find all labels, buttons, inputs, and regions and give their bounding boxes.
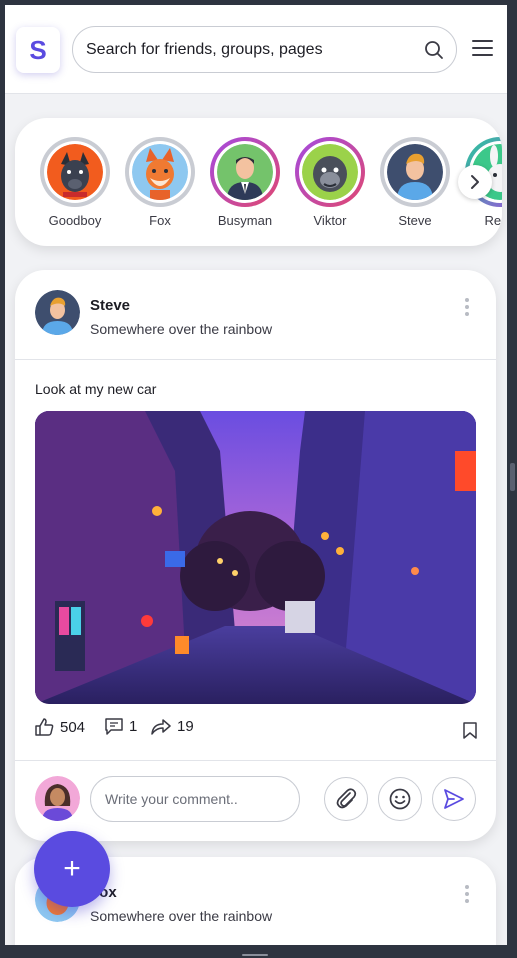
smiley-icon xyxy=(389,788,411,810)
comment-icon xyxy=(105,718,123,735)
paperclip-icon xyxy=(336,788,357,809)
story-steve[interactable]: Steve xyxy=(375,137,455,228)
thumbs-up-icon xyxy=(35,718,54,736)
top-bar: S Search for friends, groups, pages xyxy=(5,5,507,94)
story-ring xyxy=(210,137,280,207)
story-ring-inner xyxy=(214,141,276,203)
like-button[interactable]: 504 xyxy=(35,718,85,736)
divider xyxy=(15,359,496,360)
fox-avatar xyxy=(132,144,188,200)
story-name: Rebe xyxy=(484,213,502,228)
like-count: 504 xyxy=(60,718,86,736)
chevron-right-icon xyxy=(471,175,479,189)
more-options-icon[interactable] xyxy=(464,297,470,317)
story-ring-inner xyxy=(384,141,446,203)
post-image[interactable] xyxy=(35,411,476,704)
share-button[interactable]: 19 xyxy=(151,718,194,735)
share-icon xyxy=(151,718,171,735)
stories-carousel: Goodboy Fox Busyman Viktor Steve Re xyxy=(15,118,502,246)
comment-input[interactable]: Write your comment.. xyxy=(90,776,300,822)
businessman-avatar xyxy=(217,144,273,200)
search-placeholder: Search for friends, groups, pages xyxy=(86,41,323,58)
story-ring-inner xyxy=(299,141,361,203)
send-button[interactable] xyxy=(432,777,476,821)
story-ring xyxy=(125,137,195,207)
app-logo[interactable]: S xyxy=(16,27,60,73)
post-text: Look at my new car xyxy=(35,381,157,397)
story-ring xyxy=(380,137,450,207)
dog-avatar xyxy=(47,144,103,200)
story-ring-inner xyxy=(129,141,191,203)
story-ring xyxy=(40,137,110,207)
create-post-button[interactable]: + xyxy=(34,831,110,907)
post-location: Somewhere over the rainbow xyxy=(90,321,273,337)
story-busyman[interactable]: Busyman xyxy=(205,137,285,228)
man-avatar xyxy=(387,144,443,200)
gorilla-avatar xyxy=(302,144,358,200)
share-count: 19 xyxy=(177,718,194,735)
search-input[interactable]: Search for friends, groups, pages xyxy=(72,26,457,73)
stories-next-button[interactable] xyxy=(458,165,492,199)
comment-count: 1 xyxy=(129,718,138,735)
divider xyxy=(15,760,496,761)
story-goodboy[interactable]: Goodboy xyxy=(35,137,115,228)
scrollbar-thumb[interactable] xyxy=(510,463,515,491)
home-indicator xyxy=(242,954,268,956)
story-ring-inner xyxy=(44,141,106,203)
story-fox[interactable]: Fox xyxy=(120,137,200,228)
story-name: Steve xyxy=(398,213,432,228)
more-options-icon[interactable] xyxy=(464,884,470,904)
story-name: Goodboy xyxy=(48,213,102,228)
story-name: Fox xyxy=(149,213,171,228)
app-frame: S Search for friends, groups, pages Good… xyxy=(5,5,507,945)
send-icon xyxy=(444,789,464,809)
search-icon[interactable] xyxy=(424,40,444,60)
emoji-button[interactable] xyxy=(378,777,422,821)
post-author-avatar[interactable] xyxy=(35,290,80,335)
post-card: Steve Somewhere over the rainbow Look at… xyxy=(15,270,496,841)
story-name: Busyman xyxy=(217,213,273,228)
bookmark-icon[interactable] xyxy=(463,722,477,739)
comment-button[interactable]: 1 xyxy=(105,718,137,735)
story-ring xyxy=(295,137,365,207)
story-name: Viktor xyxy=(313,213,347,228)
attach-button[interactable] xyxy=(324,777,368,821)
story-viktor[interactable]: Viktor xyxy=(290,137,370,228)
post-author-name[interactable]: Steve xyxy=(90,297,130,314)
hamburger-menu-icon[interactable] xyxy=(472,39,493,57)
current-user-avatar[interactable] xyxy=(35,776,80,821)
post-location: Somewhere over the rainbow xyxy=(90,908,273,924)
